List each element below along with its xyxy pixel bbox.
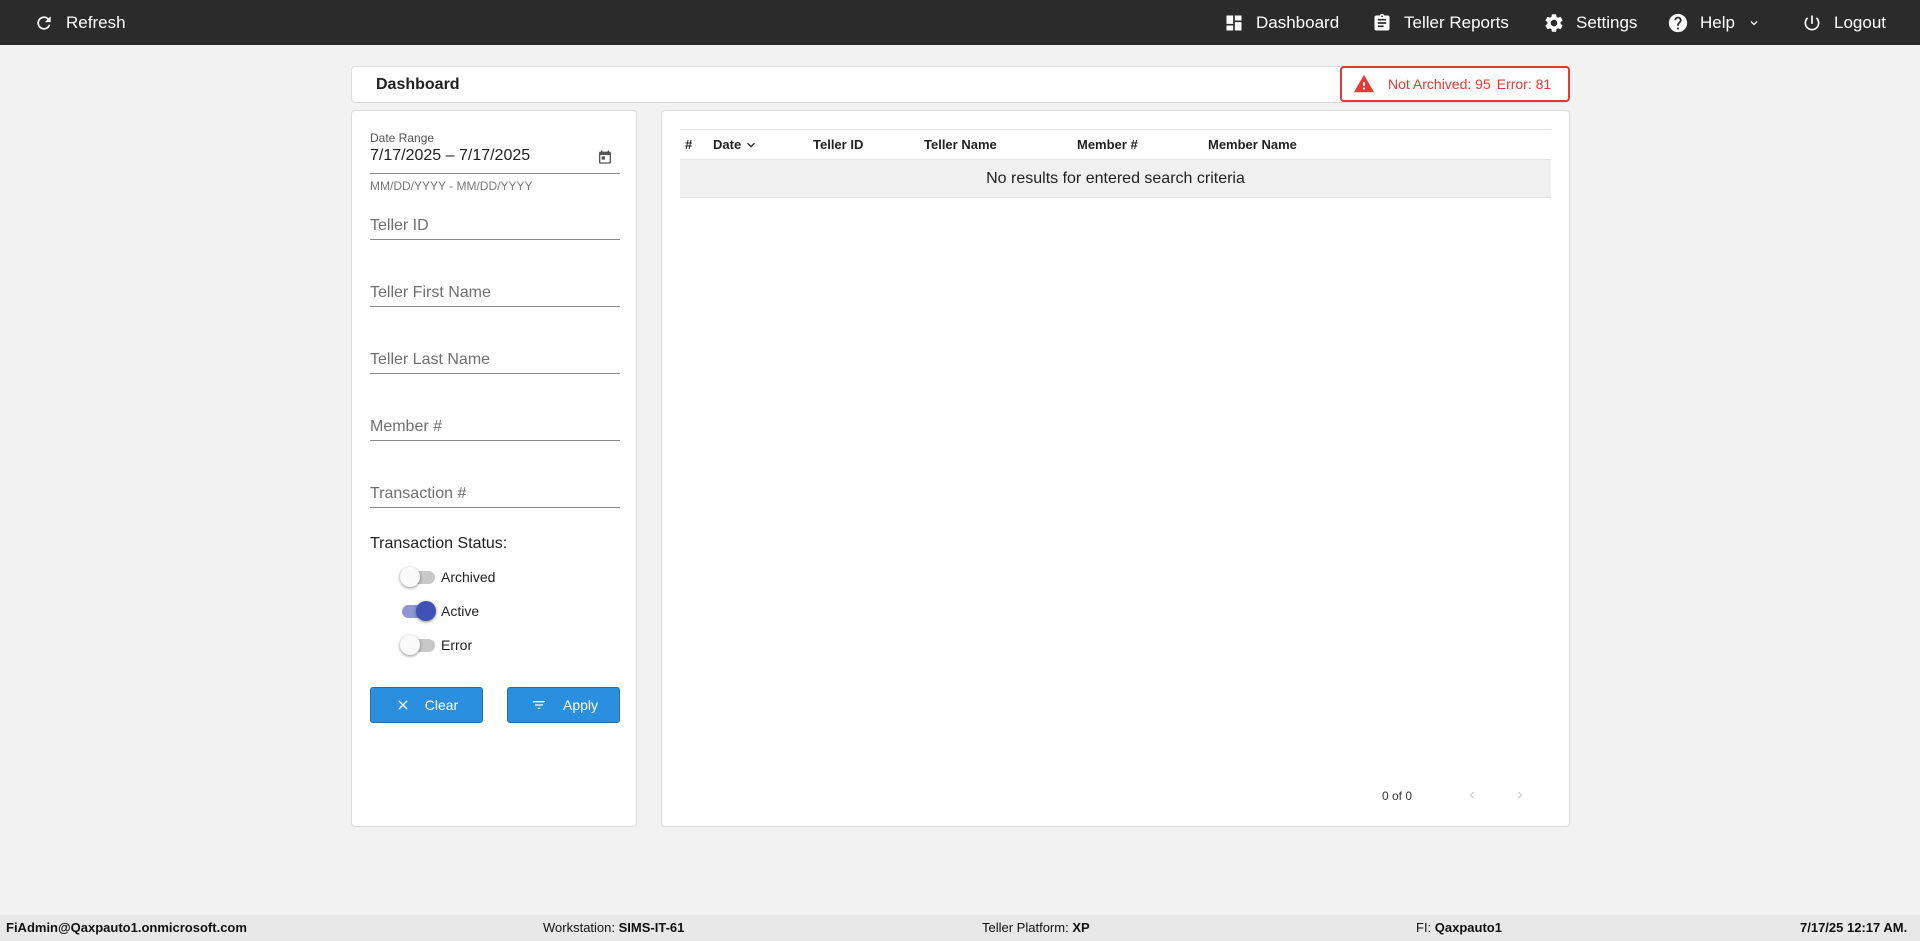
logout-button[interactable]: Logout [1800,0,1886,45]
fi-label: FI: [1416,920,1432,935]
gear-icon [1542,11,1566,35]
apply-label: Apply [562,697,599,713]
date-range-value[interactable]: 7/17/2025 – 7/17/2025 [370,147,620,165]
footer-fi: FI: Qaxpauto1 [1416,915,1502,941]
power-icon [1800,11,1824,35]
transaction-status-title: Transaction Status: [370,535,508,552]
chevron-right-icon [1518,791,1523,799]
column-header-member-name[interactable]: Member Name [1208,130,1297,159]
footer-user: FiAdmin@Qaxpauto1.onmicrosoft.com [6,920,247,935]
platform-value: XP [1072,920,1090,935]
teller-id-input[interactable] [370,212,620,240]
pager-range: 0 of 0 [1382,789,1413,803]
toggle-archived[interactable]: Archived [400,566,495,588]
date-range-underline [370,173,620,174]
dashboard-icon [1222,11,1246,35]
transaction-number-input[interactable] [370,480,620,508]
workstation-label: Workstation: [543,920,616,935]
active-switch[interactable] [400,600,436,622]
warning-icon [1352,72,1378,96]
error-count: Error: 81 [1496,76,1552,92]
archived-label: Archived [441,569,496,585]
filter-icon [532,701,545,709]
clipboard-icon [1370,11,1394,35]
nav-dashboard-label: Dashboard [1256,12,1340,32]
top-navigation-bar: Refresh Dashboard Teller Reports Setting… [0,0,1920,45]
nav-dashboard[interactable]: Dashboard [1222,0,1339,45]
platform-label: Teller Platform: [982,920,1069,935]
apply-button[interactable]: Apply [507,687,620,723]
empty-results-message: No results for entered search criteria [680,160,1551,198]
teller-last-name-input[interactable] [370,346,620,374]
toggle-error[interactable]: Error [400,634,472,656]
results-panel: # Date Teller ID Teller Name Member # Me… [661,110,1570,827]
nav-teller-reports-label: Teller Reports [1404,12,1509,32]
close-icon [398,700,408,710]
chevron-left-icon [1469,791,1474,799]
fi-value: Qaxpauto1 [1434,920,1502,935]
sort-desc-icon [747,142,756,148]
next-page-button[interactable] [1508,783,1532,807]
nav-help-label: Help [1700,12,1735,32]
nav-teller-reports[interactable]: Teller Reports [1370,0,1509,45]
member-number-input[interactable] [370,413,620,441]
nav-settings-label: Settings [1576,12,1638,32]
teller-first-name-input[interactable] [370,279,620,307]
date-range-label: Date Range [370,131,435,145]
calendar-icon[interactable] [597,149,613,165]
toggle-active[interactable]: Active [400,600,479,622]
chevron-down-icon [1747,16,1761,30]
logout-label: Logout [1834,12,1886,32]
clear-label: Clear [424,697,459,713]
footer-timestamp: 7/17/25 12:17 AM. [1800,920,1908,935]
archive-status-alert[interactable]: Not Archived: 95 Error: 81 [1340,66,1570,102]
active-label: Active [441,603,480,619]
error-switch[interactable] [400,634,436,656]
refresh-button[interactable]: Refresh [32,0,126,45]
date-range-field[interactable]: Date Range 7/17/2025 – 7/17/2025 [370,131,620,165]
help-icon [1666,11,1690,35]
footer-workstation: Workstation: SIMS-IT-61 [543,915,684,941]
nav-help[interactable]: Help [1666,0,1761,45]
column-header-date-label: Date [713,137,742,152]
refresh-label: Refresh [66,12,126,32]
clear-button[interactable]: Clear [370,687,483,723]
column-header-teller-id[interactable]: Teller ID [813,130,863,159]
workstation-value: SIMS-IT-61 [618,920,685,935]
filter-panel: Date Range 7/17/2025 – 7/17/2025 MM/DD/Y… [351,110,637,827]
column-header-teller-name[interactable]: Teller Name [924,130,997,159]
error-label: Error [441,637,473,653]
nav-settings[interactable]: Settings [1542,0,1637,45]
footer-platform: Teller Platform: XP [982,915,1090,941]
not-archived-count: Not Archived: 95 [1388,76,1491,92]
page-title: Dashboard [376,76,460,93]
column-header-number[interactable]: # [685,130,692,159]
status-footer: FiAdmin@Qaxpauto1.onmicrosoft.com Workst… [0,915,1920,941]
archived-switch[interactable] [400,566,436,588]
refresh-icon [32,11,56,35]
column-header-member-number[interactable]: Member # [1077,130,1138,159]
date-range-hint: MM/DD/YYYY - MM/DD/YYYY [370,179,533,193]
results-table-header: # Date Teller ID Teller Name Member # Me… [680,129,1551,160]
column-header-date[interactable]: Date [713,130,759,159]
previous-page-button[interactable] [1460,783,1484,807]
